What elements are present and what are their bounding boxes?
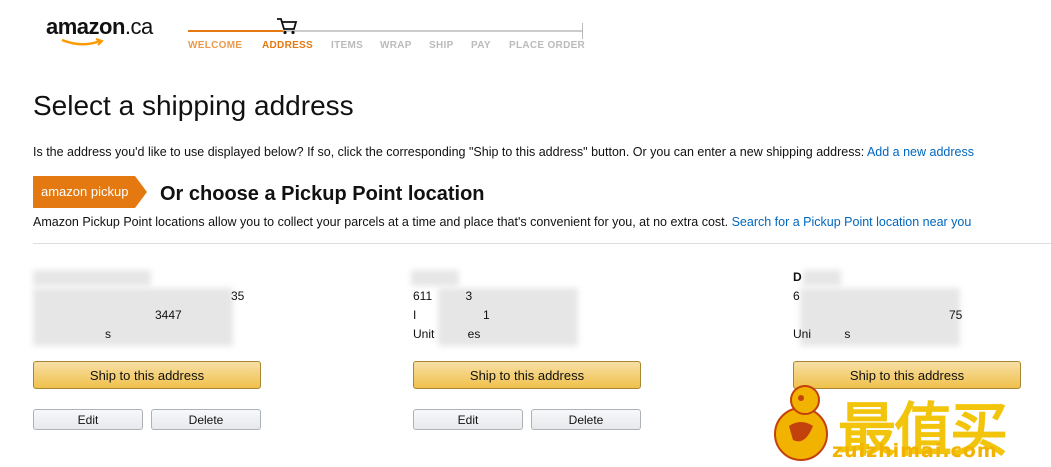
watermark-mascot-icon <box>774 385 828 461</box>
address-line: 75 <box>949 308 963 322</box>
address-name <box>33 268 265 287</box>
cart-icon <box>277 18 298 35</box>
pickup-description: Amazon Pickup Point locations allow you … <box>33 215 971 229</box>
step-welcome[interactable]: WELCOME <box>188 40 242 51</box>
page-title: Select a shipping address <box>33 90 354 121</box>
amazon-pickup-badge: amazon pickup <box>33 176 147 208</box>
logo-main-text: amazon <box>46 14 125 39</box>
step-place-order: PLACE ORDER <box>509 40 586 51</box>
section-divider <box>33 243 1051 244</box>
ship-to-address-button[interactable]: Ship to this address <box>33 361 261 389</box>
step-ship: SHIP <box>429 40 454 51</box>
address-line: Unit es <box>413 327 481 341</box>
pickup-title: Or choose a Pickup Point location <box>160 183 485 205</box>
amazon-logo[interactable]: amazon.ca <box>46 14 153 40</box>
step-pay: PAY <box>471 40 491 51</box>
search-pickup-link[interactable]: Search for a Pickup Point location near … <box>732 215 972 229</box>
checkout-progress-end <box>582 23 583 39</box>
address-card-1: 35 3447 s <box>33 268 265 344</box>
address-name: D <box>793 270 802 284</box>
edit-address-button[interactable]: Edit <box>33 409 143 430</box>
address-line: s <box>105 327 111 341</box>
watermark-url: zuizhimai.com <box>832 440 998 462</box>
step-address: ADDRESS <box>262 40 313 51</box>
step-items: ITEMS <box>331 40 364 51</box>
address-line: 35 <box>231 289 245 303</box>
address-card-3: D 6 75 Uni s <box>793 268 1025 344</box>
delete-address-button[interactable]: Delete <box>531 409 641 430</box>
pickup-description-body: Amazon Pickup Point locations allow you … <box>33 215 732 229</box>
address-line: I 1 <box>413 308 490 322</box>
address-line: 611 3 <box>413 289 473 303</box>
intro-body: Is the address you'd like to use display… <box>33 145 867 159</box>
address-name <box>413 268 645 287</box>
address-line: 6 <box>793 289 800 303</box>
address-line: Uni s <box>793 327 851 341</box>
checkout-progress-fill <box>188 30 283 32</box>
delete-address-button[interactable]: Delete <box>151 409 261 430</box>
intro-text: Is the address you'd like to use display… <box>33 145 974 159</box>
ship-to-address-button[interactable]: Ship to this address <box>413 361 641 389</box>
address-line: 3447 <box>155 308 182 322</box>
logo-suffix-text: .ca <box>124 14 153 39</box>
amazon-smile-icon <box>61 38 104 46</box>
edit-address-button[interactable]: Edit <box>413 409 523 430</box>
add-new-address-link[interactable]: Add a new address <box>867 145 974 159</box>
pickup-badge-text: amazon pickup <box>41 184 128 199</box>
step-wrap: WRAP <box>380 40 412 51</box>
address-card-2: 611 3 I 1 Unit es <box>413 268 645 344</box>
